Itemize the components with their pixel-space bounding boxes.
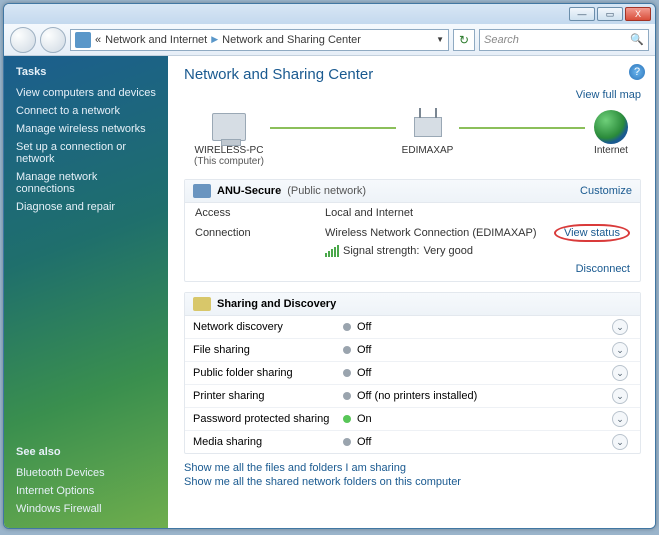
forward-button[interactable] (40, 27, 66, 53)
globe-icon (594, 110, 628, 144)
close-button[interactable]: X (625, 7, 651, 21)
control-panel-icon (75, 32, 91, 48)
signal-bars-icon (325, 245, 339, 257)
network-map: WIRELESS-PC (This computer) EDIMAXAP Int… (184, 105, 641, 169)
computer-icon (212, 113, 246, 141)
customize-link[interactable]: Customize (580, 185, 632, 197)
address-dropdown-icon[interactable]: ▼ (436, 35, 444, 44)
sharing-icon (193, 297, 211, 311)
view-full-map-link[interactable]: View full map (184, 89, 641, 101)
expand-button[interactable]: ⌄ (612, 434, 628, 450)
sharing-row-value: Off (357, 321, 612, 333)
network-type: (Public network) (287, 185, 366, 197)
search-icon[interactable]: 🔍 (630, 33, 644, 46)
minimize-button[interactable]: — (569, 7, 595, 21)
expand-button[interactable]: ⌄ (612, 388, 628, 404)
bottom-link-folders[interactable]: Show me all the shared network folders o… (184, 476, 641, 488)
address-bar[interactable]: « Network and Internet ▶ Network and Sha… (70, 29, 449, 51)
network-icon (193, 184, 211, 198)
expand-button[interactable]: ⌄ (612, 342, 628, 358)
sharing-heading: Sharing and Discovery (217, 298, 336, 310)
tasks-heading: Tasks (16, 66, 156, 78)
map-pc-sub: (This computer) (194, 156, 264, 167)
sharing-row-value: Off (357, 436, 612, 448)
sharing-row-label: Printer sharing (193, 390, 343, 402)
signal-value: Very good (423, 245, 473, 257)
page-title: Network and Sharing Center (184, 66, 641, 83)
expand-button[interactable]: ⌄ (612, 365, 628, 381)
nav-toolbar: « Network and Internet ▶ Network and Sha… (4, 24, 655, 56)
seealso-bluetooth[interactable]: Bluetooth Devices (16, 467, 156, 479)
map-internet: Internet (594, 145, 628, 156)
sharing-row-label: Password protected sharing (193, 413, 343, 425)
sidebar: Tasks View computers and devices Connect… (4, 56, 168, 528)
refresh-button[interactable]: ↻ (453, 29, 475, 51)
expand-button[interactable]: ⌄ (612, 319, 628, 335)
view-status-link[interactable]: View status (554, 224, 630, 242)
breadcrumb-seg2[interactable]: Network and Sharing Center (222, 34, 361, 46)
sharing-row-value: On (357, 413, 612, 425)
connection-value: Wireless Network Connection (EDIMAXAP) (325, 227, 554, 239)
sharing-row: Printer sharing Off (no printers installe… (185, 384, 640, 407)
network-name: ANU-Secure (217, 185, 281, 197)
sharing-row: Network discovery Off⌄ (185, 316, 640, 338)
map-link-1 (270, 127, 396, 129)
status-dot-icon (343, 438, 351, 446)
sharing-row-value: Off (357, 344, 612, 356)
map-pc-name: WIRELESS-PC (195, 145, 264, 156)
seealso-internet-options[interactable]: Internet Options (16, 485, 156, 497)
status-dot-icon (343, 346, 351, 354)
signal-label: Signal strength: (343, 245, 419, 257)
network-section: ANU-Secure (Public network) Customize Ac… (184, 179, 641, 282)
sharing-row-value: Off (357, 367, 612, 379)
sharing-row: Public folder sharing Off⌄ (185, 361, 640, 384)
sidebar-item-manage-connections[interactable]: Manage network connections (16, 171, 156, 195)
map-link-2 (459, 127, 585, 129)
sharing-row: Media sharing Off⌄ (185, 430, 640, 453)
sharing-row-value: Off (no printers installed) (357, 390, 612, 402)
sidebar-item-view-computers[interactable]: View computers and devices (16, 87, 156, 99)
breadcrumb-seg1[interactable]: Network and Internet (105, 34, 207, 46)
maximize-button[interactable]: ▭ (597, 7, 623, 21)
status-dot-icon (343, 323, 351, 331)
breadcrumb-sep-icon: ▶ (211, 34, 218, 45)
sidebar-item-setup-connection[interactable]: Set up a connection or network (16, 141, 156, 165)
seealso-heading: See also (16, 446, 156, 458)
sharing-row: File sharing Off⌄ (185, 338, 640, 361)
status-dot-icon (343, 392, 351, 400)
access-value: Local and Internet (325, 207, 630, 219)
bottom-links: Show me all the files and folders I am s… (184, 462, 641, 488)
status-dot-icon (343, 415, 351, 423)
status-dot-icon (343, 369, 351, 377)
access-point-icon (414, 117, 442, 137)
sidebar-item-connect[interactable]: Connect to a network (16, 105, 156, 117)
map-ap-name: EDIMAXAP (402, 145, 454, 156)
breadcrumb-prefix: « (95, 34, 101, 46)
sharing-row-label: File sharing (193, 344, 343, 356)
titlebar: — ▭ X (4, 4, 655, 24)
window-frame: — ▭ X « Network and Internet ▶ Network a… (3, 3, 656, 529)
sharing-row-label: Network discovery (193, 321, 343, 333)
sidebar-item-manage-wireless[interactable]: Manage wireless networks (16, 123, 156, 135)
sharing-row: Password protected sharing On⌄ (185, 407, 640, 430)
seealso-firewall[interactable]: Windows Firewall (16, 503, 156, 515)
content-pane: ? Network and Sharing Center View full m… (168, 56, 655, 528)
sharing-row-label: Media sharing (193, 436, 343, 448)
connection-label: Connection (195, 227, 325, 239)
access-label: Access (195, 207, 325, 219)
search-input[interactable]: Search 🔍 (479, 29, 649, 51)
help-icon[interactable]: ? (629, 64, 645, 80)
sidebar-item-diagnose[interactable]: Diagnose and repair (16, 201, 156, 213)
expand-button[interactable]: ⌄ (612, 411, 628, 427)
disconnect-link[interactable]: Disconnect (576, 263, 630, 275)
sharing-section: Sharing and Discovery Network discovery O… (184, 292, 641, 454)
back-button[interactable] (10, 27, 36, 53)
bottom-link-files[interactable]: Show me all the files and folders I am s… (184, 462, 641, 474)
search-placeholder: Search (484, 34, 519, 46)
sharing-row-label: Public folder sharing (193, 367, 343, 379)
